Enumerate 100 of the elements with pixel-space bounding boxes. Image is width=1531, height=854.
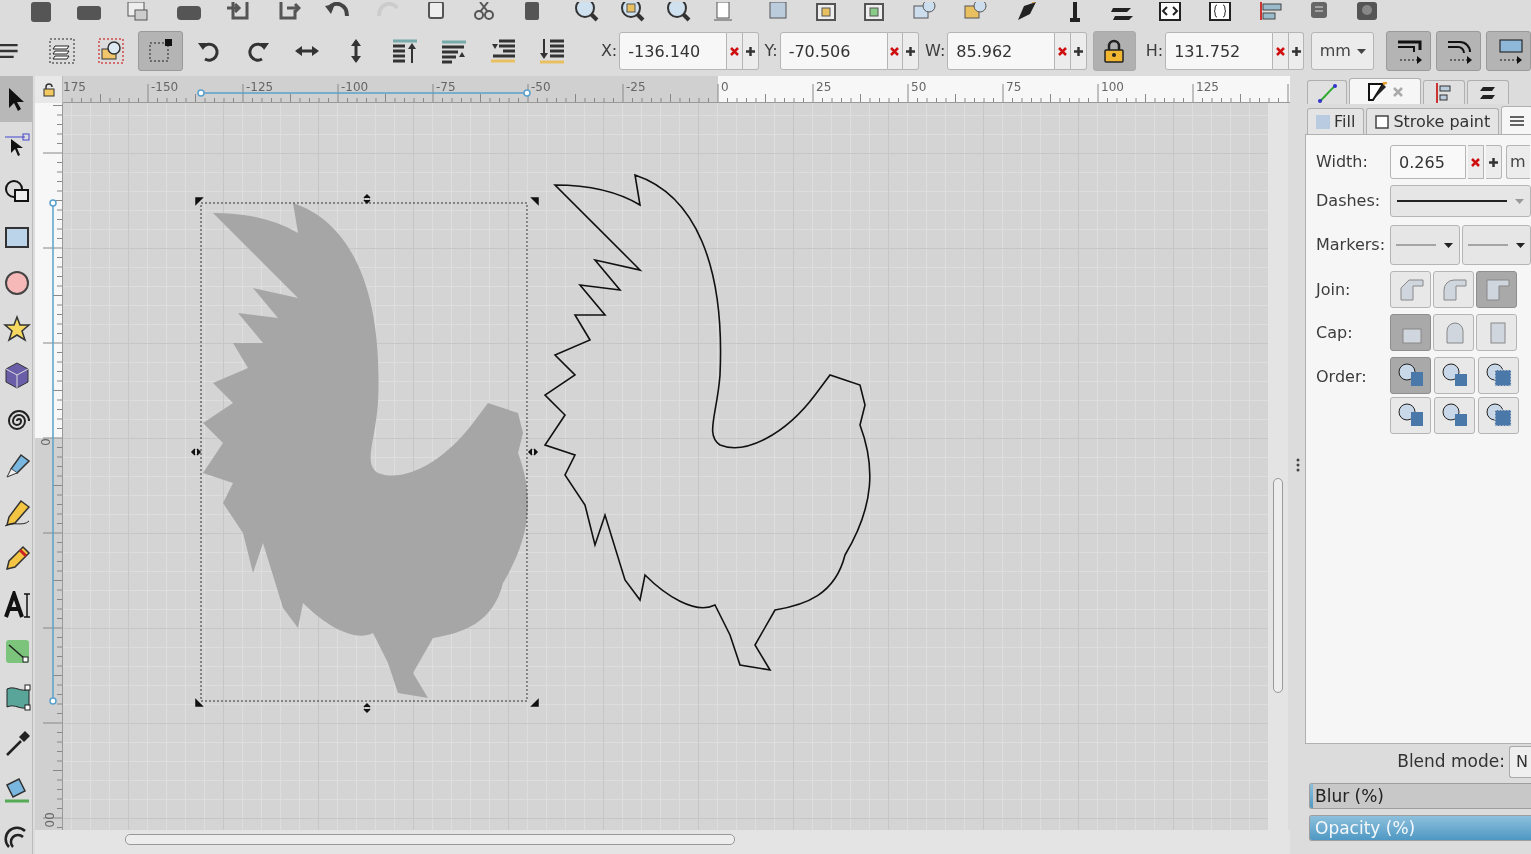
ruler-label: -150 [151,79,179,96]
dash-style-dropdown[interactable] [1390,185,1531,217]
lower-icon [489,37,518,65]
fill-stroke-icon [1367,81,1387,102]
coordinate-field[interactable]: -70.506 [779,32,888,70]
scale-corners-toggle[interactable] [1436,31,1482,71]
coordinate-field[interactable]: -136.140 [619,32,728,70]
scale-handle[interactable] [363,193,371,205]
scissors-icon[interactable] [471,2,497,22]
star-tool-icon [3,315,31,343]
tweak-tool-icon [3,177,31,205]
marker-dropdown[interactable] [1461,225,1531,265]
plus-icon [745,46,755,56]
zoom-icon[interactable] [573,2,599,22]
paint-order-button[interactable] [1434,357,1475,394]
blend-mode-dropdown[interactable]: N [1509,746,1531,778]
path-effects-tab[interactable] [1307,80,1347,104]
ruler-label: 0 [36,438,53,446]
blur-slider[interactable]: Blur (%) [1309,783,1531,809]
caret-icon [1515,198,1524,204]
paint-order-button[interactable] [1390,357,1431,394]
zoom-select-icon [96,36,127,66]
field-label: Order: [1316,366,1368,388]
ruler-label: -125 [246,79,274,96]
layers-select-icon [47,36,78,66]
move-gradient-toggle[interactable] [1486,31,1531,71]
ruler-label: 75 [1006,79,1022,96]
pencil-tool-icon [3,499,31,527]
grip-icon[interactable] [1295,458,1300,472]
paint-order-button[interactable] [1478,357,1519,394]
field-label: Join: [1316,278,1352,301]
paint-order-button[interactable] [1478,397,1519,434]
xml-editor-icon[interactable] [1157,2,1183,22]
plus-icon [1291,46,1301,56]
vertical-scrollbar[interactable] [1268,103,1288,830]
line-icon [1467,244,1508,246]
ruler-label: 0 [721,79,729,96]
ruler-label: -100 [341,79,369,96]
field-label: Y: [764,40,778,62]
transform-handles-toggle[interactable] [137,31,183,71]
stroke-style-tab[interactable] [1501,106,1531,134]
solid-line-icon [1397,199,1507,203]
ruler-label: 125 [1196,79,1219,96]
decrease-button[interactable] [1055,32,1071,70]
scale-handle[interactable] [195,197,204,206]
scale-handle[interactable] [530,197,539,206]
decrease-button[interactable] [1273,32,1289,70]
import-icon[interactable] [225,2,251,22]
stack-icon[interactable] [125,2,151,22]
coordinate-field[interactable]: 131.752 [1165,32,1274,70]
lines-icon [1510,113,1525,128]
align-icon[interactable] [1258,2,1284,22]
scrollbar-thumb[interactable] [1273,478,1283,693]
scale-handle[interactable] [195,698,204,707]
bucket-tool-icon [3,775,31,803]
selector-tool-button[interactable] [0,76,32,122]
scrollbar-thumb[interactable] [125,834,735,845]
paint-order-button[interactable] [1390,397,1431,434]
scale-handle[interactable] [530,698,539,707]
coordinate-field[interactable]: 85.962 [947,32,1056,70]
zoom-icon[interactable] [665,2,691,22]
field-label: Cap: [1316,321,1354,344]
plus-icon [1073,46,1083,56]
marker-dropdown[interactable] [1390,225,1460,265]
gradient-swatch-icon [1316,114,1330,129]
align-tab[interactable] [1423,80,1465,104]
scale-handle[interactable] [527,448,539,456]
horizontal-scrollbar[interactable] [35,830,1290,854]
braces-icon[interactable] [1207,2,1233,22]
unit-dropdown[interactable]: m [1506,145,1530,179]
increase-button[interactable] [903,32,919,70]
cross-icon [730,46,740,56]
fill-tab[interactable]: Fill [1307,108,1365,134]
stroke-width-field[interactable]: 0.265 [1390,145,1466,179]
unit-dropdown[interactable]: mm [1311,32,1375,70]
align-icon [1434,82,1454,103]
ruler-label: -50 [531,79,551,96]
menu-icon[interactable] [0,41,20,61]
lock-ratio-toggle[interactable] [1092,31,1136,71]
field-label: Markers: [1316,234,1387,256]
layers-tab[interactable] [1467,80,1509,104]
cross-icon [1275,46,1285,56]
paint-order-button[interactable] [1434,397,1475,434]
scale-stroke-toggle[interactable] [1386,31,1432,71]
rooster-outline-drawing[interactable] [544,174,871,671]
scale-handle[interactable] [190,448,202,456]
slider-label: Opacity (%) [1314,817,1416,840]
increase-button[interactable] [1486,145,1502,179]
stroke-paint-tab[interactable]: Stroke paint [1366,108,1500,134]
decrease-button[interactable] [727,32,743,70]
ruler-label: 100 [1101,79,1124,96]
decrease-button[interactable] [1468,145,1484,179]
ruler-label: 175 [63,79,86,96]
locked-padlock-icon [1103,39,1126,63]
zoom-icon[interactable] [619,2,645,22]
scale-handle[interactable] [363,702,371,714]
guide-lock-button[interactable] [35,76,63,103]
fill-stroke-tab[interactable] [1349,78,1421,104]
plus-icon [906,46,916,56]
brush-tool-icon [3,453,31,481]
